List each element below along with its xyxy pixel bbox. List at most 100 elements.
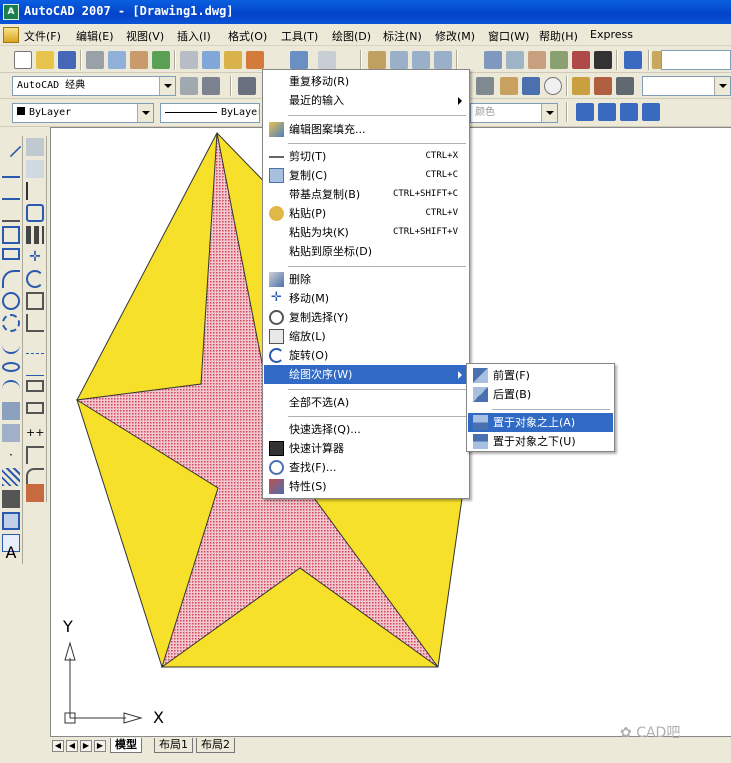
mtext-draw-icon[interactable]: A [2,544,20,562]
tab-layout2[interactable]: 布局2 [196,738,235,753]
menu-item-cut[interactable]: 剪切(T) CTRL+X [264,147,468,166]
menu-item-scale[interactable]: 缩放(L) [264,327,468,346]
first-tab-icon[interactable]: ◀ [52,740,64,752]
text-icon[interactable] [572,77,590,95]
menu-item-copy[interactable]: 复制(C) CTRL+C [264,166,468,185]
explode-icon[interactable] [26,484,44,502]
pan-icon[interactable] [368,51,386,69]
gradient-icon[interactable] [2,490,20,508]
copy-icon[interactable] [202,51,220,69]
menu-item-copy-base[interactable]: 带基点复制(B) CTRL+SHIFT+C [264,185,468,204]
help-icon[interactable] [624,51,642,69]
array-icon[interactable] [26,226,44,244]
prev-tab-icon[interactable]: ◀ [66,740,78,752]
chevron-down-icon[interactable] [137,104,153,122]
menu-item-recent-input[interactable]: 最近的输入 [264,91,468,110]
linetype-combo[interactable]: ByLayer [160,103,260,123]
arc-icon[interactable] [2,270,20,288]
polygon-icon[interactable] [2,226,20,244]
menu-item-quick-select[interactable]: 快速选择(Q)... [264,420,468,439]
3d-dwf-icon[interactable] [152,51,170,69]
tool-palettes-icon[interactable] [528,51,546,69]
markup-icon[interactable] [572,51,590,69]
menu-item-paste[interactable]: 粘贴(P) CTRL+V [264,204,468,223]
plot-icon[interactable] [86,51,104,69]
menu-help[interactable]: 帮助(H) [539,28,578,44]
send-under-icon[interactable] [642,103,660,121]
scale-icon[interactable] [26,292,44,310]
join-icon[interactable]: ++ [26,424,44,442]
bring-to-front-icon[interactable] [576,103,594,121]
point-icon[interactable]: · [2,446,20,464]
match-properties-icon[interactable] [246,51,264,69]
revcloud-icon[interactable] [2,314,20,332]
circle-icon[interactable] [2,292,20,310]
dimension-style-combo[interactable] [642,76,731,96]
paste-icon[interactable] [224,51,242,69]
plotstyle-combo[interactable]: 颜色 [470,103,558,123]
last-tab-icon[interactable]: ▶ [94,740,106,752]
insert-block-icon[interactable] [2,402,20,420]
mirror-icon[interactable] [26,182,44,200]
dim-style-icon[interactable] [476,77,494,95]
new-icon[interactable] [14,51,32,69]
menu-window[interactable]: 窗口(W) [488,28,529,44]
cut-icon[interactable] [180,51,198,69]
design-center-icon[interactable] [506,51,524,69]
break-at-point-icon[interactable] [26,402,44,414]
spline-icon[interactable] [2,336,20,354]
menu-insert[interactable]: 插入(I) [177,28,211,44]
hatch-icon[interactable] [2,468,20,486]
workspace-combo[interactable]: AutoCAD 经典 [12,76,176,96]
dimension-icon[interactable] [238,77,256,95]
zoom-window-icon[interactable] [412,51,430,69]
menu-item-move[interactable]: ✛ 移动(M) [264,289,468,308]
submenu-item-send-back[interactable]: 后置(B) [468,385,613,404]
menu-item-paste-block[interactable]: 粘贴为块(K) CTRL+SHIFT+V [264,223,468,242]
menu-edit[interactable]: 编辑(E) [76,28,114,44]
workspace-settings-icon[interactable] [180,77,198,95]
move-icon[interactable]: ✛ [26,248,44,266]
sheet-set-icon[interactable] [550,51,568,69]
extend-icon[interactable] [26,358,44,376]
menu-item-copy-select[interactable]: 复制选择(Y) [264,308,468,327]
menu-item-erase[interactable]: 删除 [264,270,468,289]
table-icon[interactable] [522,77,540,95]
plot-preview-icon[interactable] [108,51,126,69]
menu-item-deselect-all[interactable]: 全部不选(A) [264,393,468,412]
mtext-icon[interactable] [594,77,612,95]
trim-icon[interactable] [26,336,44,354]
menu-item-rotate[interactable]: 旋转(O) [264,346,468,365]
menu-format[interactable]: 格式(O) [228,28,267,44]
submenu-item-bring-front[interactable]: 前置(F) [468,366,613,385]
menu-express[interactable]: Express [590,28,633,41]
menu-item-draw-order[interactable]: 绘图次序(W) [264,365,468,384]
region-icon[interactable] [2,512,20,530]
menu-item-find[interactable]: 查找(F)... [264,458,468,477]
stretch-icon[interactable] [26,314,44,332]
save-workspace-icon[interactable] [202,77,220,95]
dimstyle-icon[interactable] [616,77,634,95]
chamfer-icon[interactable] [26,446,44,464]
publish-icon[interactable] [130,51,148,69]
redo-icon[interactable] [318,51,336,69]
line-icon[interactable] [0,136,22,158]
ellipse-icon[interactable] [2,362,20,372]
chevron-down-icon[interactable] [714,77,730,95]
submenu-item-bring-above[interactable]: 置于对象之上(A) [468,413,613,432]
menu-item-quick-calc[interactable]: 快速计算器 [264,439,468,458]
erase-icon[interactable] [26,138,44,156]
make-block-icon[interactable] [2,424,20,442]
menu-tools[interactable]: 工具(T) [281,28,318,44]
menu-modify[interactable]: 修改(M) [435,28,475,44]
undo-icon[interactable] [290,51,308,69]
send-to-back-icon[interactable] [598,103,616,121]
calculator-icon[interactable] [594,51,612,69]
open-icon[interactable] [36,51,54,69]
table-style-icon[interactable] [500,77,518,95]
text-style-combo[interactable] [661,50,731,70]
zoom-previous-icon[interactable] [434,51,452,69]
polyline-icon[interactable] [2,182,20,200]
construction-line-icon[interactable] [2,160,20,178]
offset-icon[interactable] [26,204,44,222]
